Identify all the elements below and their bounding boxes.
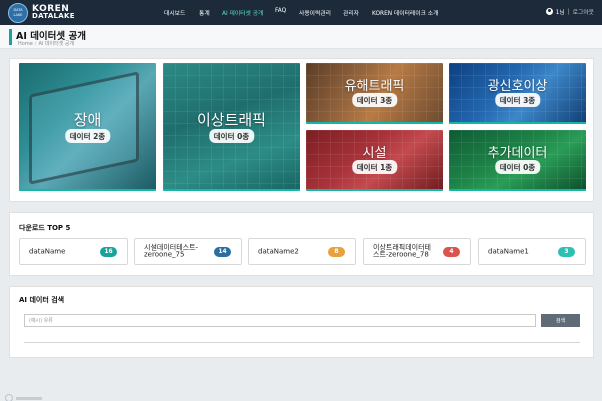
divider — [24, 342, 580, 343]
tile-accent — [306, 122, 443, 124]
category-tile-facility[interactable]: 시설 데이터 1종 — [306, 130, 443, 191]
tile-accent — [163, 189, 300, 191]
breadcrumb-separator: / — [34, 41, 37, 47]
download-count-badge: 16 — [100, 246, 117, 257]
user-area: 1님 | 로그아웃 — [545, 7, 594, 16]
breadcrumb-current: AI 데이터셋 공개 — [38, 41, 75, 47]
download-count-badge: 8 — [328, 246, 345, 257]
tile-accent — [19, 189, 156, 191]
top5-card[interactable]: dataName1 3 — [478, 238, 586, 265]
nav-item-faq[interactable]: FAQ — [275, 8, 286, 14]
nav-item-koren-intro[interactable]: KOREN 데이터레이크 소개 — [372, 8, 438, 17]
dataset-name: dataName2 — [258, 246, 299, 255]
user-separator: | — [567, 8, 570, 15]
nav-item-dashboard[interactable]: 대시보드 — [164, 8, 185, 17]
top5-card[interactable]: dataName2 8 — [248, 238, 356, 265]
category-name: 이상트래픽 — [196, 111, 266, 129]
category-count-badge: 데이터 3종 — [351, 93, 398, 107]
download-top5-panel: 다운로드 TOP 5 dataName 16 시설데이터테스트-zeroone_… — [9, 212, 594, 276]
nav-item-statistics[interactable]: 통계 — [199, 8, 210, 17]
user-name[interactable]: 1님 — [556, 7, 565, 16]
category-count-badge: 데이터 3종 — [494, 93, 541, 107]
search-panel: AI 데이터 검색 검색 — [9, 286, 594, 358]
nav-item-admin[interactable]: 관리자 — [343, 8, 359, 17]
top5-title: 다운로드 TOP 5 — [19, 224, 71, 232]
category-name: 장애 — [73, 111, 102, 129]
nav-item-usage-history[interactable]: 사용이력관리 — [299, 8, 331, 17]
category-count-badge: 데이터 2종 — [64, 129, 111, 143]
top-navigation-bar: DATA LAKE KOREN DATALAKE 대시보드 통계 AI 데이터셋… — [0, 0, 602, 25]
search-title: AI 데이터 검색 — [19, 296, 65, 304]
search-input[interactable] — [24, 314, 536, 327]
dataset-name: 시설데이터테스트-zeroone_75 — [144, 243, 199, 259]
category-tile-anomaly-traffic[interactable]: 이상트래픽 데이터 0종 — [163, 63, 300, 191]
category-name: 시설 — [362, 146, 387, 161]
category-count-badge: 데이터 0종 — [208, 129, 255, 143]
footer-logo-text — [16, 396, 42, 400]
download-count-badge: 3 — [558, 246, 575, 257]
nav-item-ai-dataset[interactable]: AI 데이터셋 공개 — [222, 8, 263, 17]
category-tile-optical-signal[interactable]: 광신호이상 데이터 3종 — [449, 63, 586, 124]
breadcrumb: Home / AI 데이터셋 공개 — [18, 40, 74, 47]
breadcrumb-home[interactable]: Home — [18, 41, 33, 47]
tile-accent — [449, 189, 586, 191]
footer-logo — [5, 394, 45, 401]
category-name: 광신호이상 — [487, 79, 548, 94]
logout-link[interactable]: 로그아웃 — [573, 7, 594, 16]
title-accent-bar — [9, 29, 12, 45]
category-name: 유해트래픽 — [344, 79, 405, 94]
tile-accent — [449, 122, 586, 124]
category-tile-obstacle[interactable]: 장애 데이터 2종 — [19, 63, 156, 191]
page-header: AI 데이터셋 공개 Home / AI 데이터셋 공개 — [0, 25, 602, 49]
download-count-badge: 4 — [443, 246, 460, 257]
user-icon — [545, 8, 553, 15]
category-count-badge: 데이터 0종 — [494, 160, 541, 174]
dataset-name: dataName1 — [488, 246, 529, 255]
category-tile-harmful-traffic[interactable]: 유해트래픽 데이터 3종 — [306, 63, 443, 124]
footer-logo-mark — [5, 394, 13, 401]
download-count-badge: 14 — [214, 246, 231, 257]
category-name: 추가데이터 — [487, 146, 548, 161]
search-button[interactable]: 검색 — [541, 314, 580, 327]
tile-accent — [306, 189, 443, 191]
top5-card[interactable]: dataName 16 — [19, 238, 128, 265]
dataset-name: dataName — [29, 246, 66, 255]
category-tile-extra-data[interactable]: 추가데이터 데이터 0종 — [449, 130, 586, 191]
top5-card[interactable]: 이상트래픽데이터테스트-zeroone_78 4 — [363, 238, 471, 265]
main-menu: 대시보드 통계 AI 데이터셋 공개 FAQ 사용이력관리 관리자 KOREN … — [0, 0, 602, 25]
category-panel: 장애 데이터 2종 이상트래픽 데이터 0종 유해트래픽 데이터 3종 광신호이… — [9, 58, 594, 202]
top5-card[interactable]: 시설데이터테스트-zeroone_75 14 — [134, 238, 242, 265]
dataset-name: 이상트래픽데이터테스트-zeroone_78 — [373, 243, 431, 259]
category-count-badge: 데이터 1종 — [351, 160, 398, 174]
